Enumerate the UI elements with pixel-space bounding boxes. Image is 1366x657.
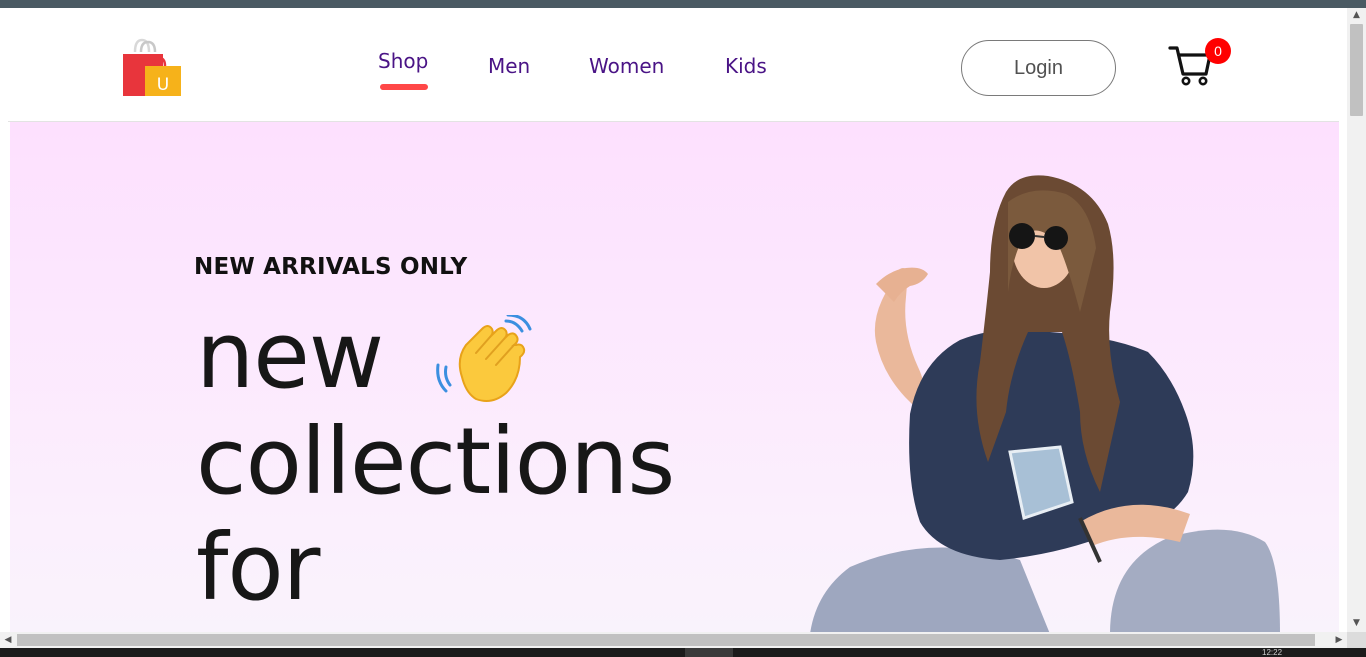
page: U Shop Men Women Kids Login 0 NEW ARRIVA…	[8, 8, 1339, 632]
nav-link-women[interactable]: Women	[589, 54, 664, 78]
taskbar: 12:22	[0, 648, 1366, 657]
horizontal-scrollbar-thumb[interactable]	[17, 634, 1315, 646]
taskbar-clock: 12:22	[1262, 648, 1283, 657]
scroll-left-arrow-icon[interactable]: ◀	[0, 632, 16, 648]
vertical-scrollbar[interactable]: ▲ ▼	[1347, 8, 1366, 632]
scroll-down-arrow-icon[interactable]: ▼	[1347, 616, 1366, 630]
browser-top-strip	[0, 0, 1366, 8]
cart-count-badge: 0	[1205, 38, 1231, 64]
hero-headline-line-2: collections	[196, 408, 675, 515]
active-nav-underline	[380, 84, 428, 90]
horizontal-scrollbar[interactable]: ◀ ▶	[0, 632, 1347, 648]
scroll-right-arrow-icon[interactable]: ▶	[1331, 632, 1347, 648]
hero-headline-line-1: new	[196, 302, 384, 409]
hero-headline-line-3: for	[196, 514, 320, 621]
shopping-bags-icon[interactable]: U	[121, 38, 185, 100]
vertical-scrollbar-thumb[interactable]	[1350, 24, 1363, 116]
nav-link-kids[interactable]: Kids	[725, 54, 767, 78]
hero-section: NEW ARRIVALS ONLY new collections for	[10, 122, 1339, 632]
waving-hand-icon	[436, 315, 532, 402]
logo-letter: U	[157, 75, 169, 95]
login-button[interactable]: Login	[961, 40, 1116, 96]
taskbar-app-item[interactable]	[685, 648, 733, 657]
model-photo	[810, 175, 1280, 632]
scroll-up-arrow-icon[interactable]: ▲	[1347, 8, 1366, 22]
hero-eyebrow: NEW ARRIVALS ONLY	[194, 254, 468, 280]
nav-link-shop[interactable]: Shop	[378, 49, 428, 73]
navbar: U Shop Men Women Kids Login 0	[8, 8, 1339, 122]
scrollbar-corner	[1347, 632, 1366, 648]
nav-link-men[interactable]: Men	[488, 54, 530, 78]
